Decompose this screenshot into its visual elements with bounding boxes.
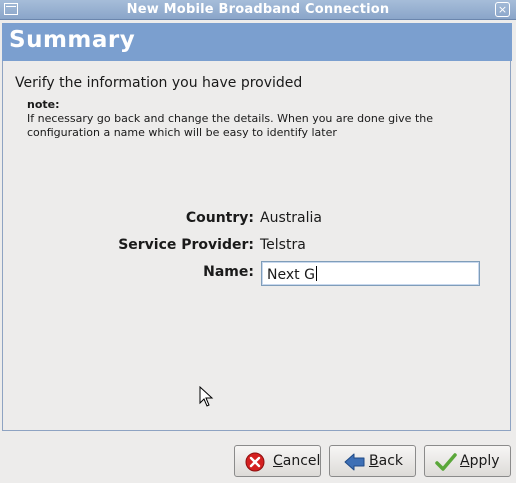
country-value: Australia: [260, 210, 322, 226]
name-label: Name:: [203, 264, 254, 280]
apply-button[interactable]: Apply: [424, 445, 511, 477]
service-provider-label: Service Provider:: [118, 237, 254, 253]
checkmark-icon: [435, 453, 457, 471]
note-label: note:: [27, 98, 60, 111]
back-label: Back: [369, 453, 403, 469]
cancel-button[interactable]: Cancel: [234, 445, 321, 477]
note-text: If necessary go back and change the deta…: [27, 112, 433, 139]
verify-text: Verify the information you have provided: [15, 75, 303, 91]
title-bar: New Mobile Broadband Connection ×: [0, 0, 516, 20]
back-button[interactable]: Back: [329, 445, 416, 477]
window-title: New Mobile Broadband Connection: [126, 2, 390, 17]
cancel-icon: [245, 452, 265, 472]
page-title: Summary: [9, 27, 136, 53]
summary-header: Summary: [2, 23, 512, 61]
mouse-pointer-icon: [199, 386, 214, 407]
apply-label: Apply: [460, 453, 500, 469]
name-input[interactable]: Next G: [261, 261, 480, 286]
back-arrow-icon: [344, 453, 365, 471]
cancel-label: Cancel: [273, 453, 321, 469]
close-icon[interactable]: ×: [495, 2, 510, 17]
country-label: Country:: [185, 210, 254, 226]
name-input-value: Next G: [267, 266, 317, 283]
service-provider-value: Telstra: [260, 237, 306, 253]
